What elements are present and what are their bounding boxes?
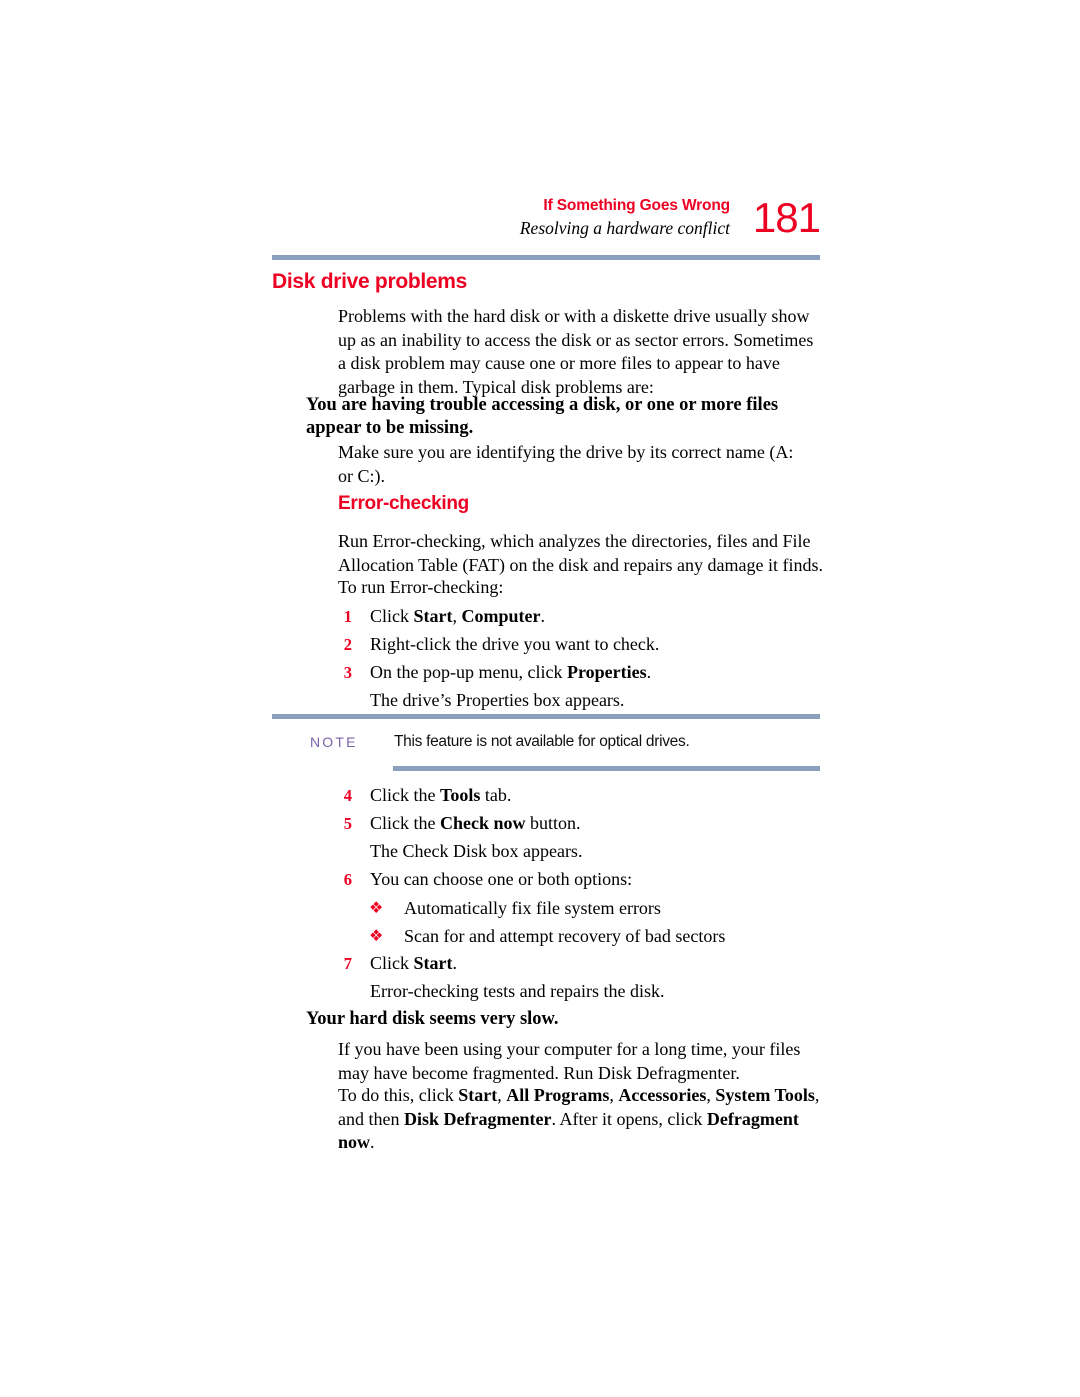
list-item-step-2: 2 Right-click the drive you want to chec… xyxy=(344,633,820,657)
defrag-bold-start: Start xyxy=(458,1085,498,1105)
step-1-text-post: . xyxy=(540,606,546,626)
step-1-bold-computer: Computer xyxy=(461,606,541,626)
paragraph-fragmented-files: If you have been using your computer for… xyxy=(338,1039,801,1083)
step-number-4: 4 xyxy=(343,786,352,805)
step-7-text-post: . xyxy=(452,953,458,973)
fleuron-bullet-icon: ❖ xyxy=(369,926,384,945)
step-number-2: 2 xyxy=(343,635,352,654)
paragraph-step-7-result: Error-checking tests and repairs the dis… xyxy=(370,981,665,1001)
list-item-step-7: 7 Click Start. xyxy=(344,952,820,976)
defrag-text-4: , xyxy=(706,1085,716,1105)
paragraph-error-checking-intro: Run Error-checking, which analyzes the d… xyxy=(338,531,823,575)
fleuron-bullet-icon: ❖ xyxy=(369,898,384,917)
running-head: If Something Goes Wrong Resolving a hard… xyxy=(272,194,821,254)
step-4-text-post: tab. xyxy=(480,785,512,805)
note-label: NOTE xyxy=(310,734,358,750)
defrag-bold-accessories: Accessories xyxy=(618,1085,707,1105)
defrag-text-1: To do this, click xyxy=(338,1085,459,1105)
step-3-text-pre: On the pop-up menu, click xyxy=(370,662,567,682)
note-callout: NOTE This feature is not available for o… xyxy=(272,714,820,776)
step-5-text-pre: Click the xyxy=(370,813,440,833)
running-head-title: If Something Goes Wrong xyxy=(543,197,730,214)
list-item-step-3: 3 On the pop-up menu, click Properties. xyxy=(344,661,820,685)
paragraph-step-3-result: The drive’s Properties box appears. xyxy=(370,690,625,710)
paragraph-disk-problems-intro: Problems with the hard disk or with a di… xyxy=(338,306,814,397)
option-2-text: Scan for and attempt recovery of bad sec… xyxy=(404,926,726,946)
step-6-text: You can choose one or both options: xyxy=(370,869,633,889)
step-1-text-pre: Click xyxy=(370,606,414,626)
step-5-text-post: button. xyxy=(525,813,581,833)
paragraph-correct-drive-name: Make sure you are identifying the drive … xyxy=(338,442,794,486)
step-number-6: 6 xyxy=(343,870,352,889)
paragraph-defragmenter-instructions: To do this, click Start, All Programs, A… xyxy=(338,1084,828,1155)
note-text: This feature is not available for optica… xyxy=(394,733,690,750)
defrag-bold-all-programs: All Programs xyxy=(506,1085,610,1105)
list-item-step-6: 6 You can choose one or both options: xyxy=(344,868,820,892)
step-number-7: 7 xyxy=(343,954,352,973)
step-2-text: Right-click the drive you want to check. xyxy=(370,634,660,654)
list-item-option-1: ❖ Automatically fix file system errors xyxy=(369,897,824,921)
step-1-bold-start: Start xyxy=(413,606,453,626)
defrag-bold-disk-defragmenter: Disk Defragmenter xyxy=(403,1108,552,1129)
defrag-text-7: . xyxy=(370,1132,375,1152)
defrag-text-6: . After it opens, click xyxy=(551,1108,707,1129)
step-3-text-post: . xyxy=(646,662,652,682)
page-number: 181 xyxy=(752,194,821,241)
defrag-text-2: , xyxy=(497,1085,507,1105)
running-head-subtitle: Resolving a hardware conflict xyxy=(519,218,730,238)
document-page: If Something Goes Wrong Resolving a hard… xyxy=(0,0,1080,1397)
note-top-rule xyxy=(272,714,820,719)
step-4-text-pre: Click the xyxy=(370,785,440,805)
step-7-bold-start: Start xyxy=(413,953,453,973)
list-item-step-4: 4 Click the Tools tab. xyxy=(344,784,820,808)
paragraph-step-5-result: The Check Disk box appears. xyxy=(370,841,583,861)
option-1-text: Automatically fix file system errors xyxy=(404,898,661,918)
list-item-step-1: 1 Click Start, Computer. xyxy=(344,605,820,629)
note-bottom-rule xyxy=(393,766,820,771)
step-number-1: 1 xyxy=(343,607,352,626)
subheading-hard-disk-slow: Your hard disk seems very slow. xyxy=(306,1009,559,1029)
step-7-text-pre: Click xyxy=(370,953,414,973)
list-item-step-5: 5 Click the Check now button. xyxy=(344,812,820,836)
defrag-bold-system-tools: System Tools xyxy=(715,1085,815,1105)
step-number-5: 5 xyxy=(343,814,352,833)
subheading-trouble-accessing-disk: You are having trouble accessing a disk,… xyxy=(306,395,779,438)
list-item-option-2: ❖ Scan for and attempt recovery of bad s… xyxy=(369,925,824,949)
step-1-text-mid: , xyxy=(452,606,462,626)
step-4-bold-tools: Tools xyxy=(440,785,481,805)
step-number-3: 3 xyxy=(343,663,352,682)
step-5-bold-check-now: Check now xyxy=(440,813,526,833)
section-heading-disk-drive-problems: Disk drive problems xyxy=(272,270,468,293)
paragraph-to-run-error-checking: To run Error-checking: xyxy=(338,577,504,597)
step-3-bold-properties: Properties xyxy=(566,662,647,682)
running-head-text-group: If Something Goes Wrong Resolving a hard… xyxy=(520,196,730,239)
header-divider-rule xyxy=(272,255,820,260)
section-heading-error-checking: Error-checking xyxy=(338,493,469,514)
